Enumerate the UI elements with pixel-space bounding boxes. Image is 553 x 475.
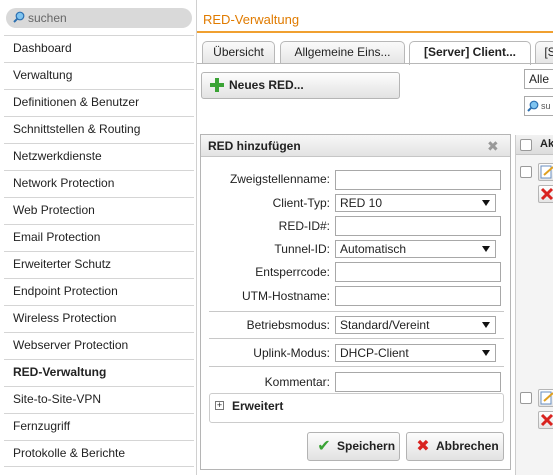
save-label: Speichern bbox=[337, 439, 396, 453]
red-id-field[interactable] bbox=[335, 216, 501, 236]
tab-more[interactable]: [S bbox=[535, 41, 553, 63]
client-type-value: RED 10 bbox=[340, 196, 383, 210]
tunnel-id-value: Automatisch bbox=[340, 242, 407, 256]
expand-icon: + bbox=[215, 400, 224, 410]
close-icon[interactable]: ✖ bbox=[487, 139, 499, 153]
sidebar-item-protokolle-berichte[interactable]: Protokolle & Berichte bbox=[4, 440, 194, 467]
utm-hostname-label: UTM-Hostname: bbox=[241, 289, 330, 303]
delete-icon bbox=[540, 187, 553, 201]
divider bbox=[209, 338, 504, 339]
sidebar-item-endpoint-protection[interactable]: Endpoint Protection bbox=[4, 278, 194, 305]
add-red-dialog: RED hinzufügen ✖ Zweigstellenname: Clien… bbox=[200, 134, 511, 470]
cancel-label: Abbrechen bbox=[436, 439, 499, 453]
utm-hostname-field[interactable] bbox=[335, 286, 501, 306]
edit-icon bbox=[540, 391, 553, 405]
sidebar-item-email-protection[interactable]: Email Protection bbox=[4, 224, 194, 251]
search-icon bbox=[13, 11, 25, 23]
sidebar-item-erweiterter-schutz[interactable]: Erweiterter Schutz bbox=[4, 251, 194, 278]
edit-button[interactable] bbox=[538, 389, 553, 407]
table-header: Ak bbox=[516, 135, 553, 155]
uplink-mode-value: DHCP-Client bbox=[340, 346, 409, 360]
save-button[interactable]: ✔ Speichern bbox=[307, 432, 400, 461]
edit-button[interactable] bbox=[538, 163, 553, 181]
sidebar: suchen Dashboard Verwaltung Definitionen &… bbox=[0, 0, 197, 475]
delete-icon bbox=[540, 413, 553, 427]
search-icon bbox=[527, 100, 539, 112]
tab-server-client[interactable]: [Server] Client... bbox=[409, 41, 531, 65]
tab-divider bbox=[197, 63, 553, 64]
list-search-input[interactable]: su bbox=[524, 96, 553, 116]
plus-icon bbox=[210, 78, 224, 92]
filter-select[interactable]: Alle bbox=[524, 69, 553, 89]
search-input[interactable]: suchen bbox=[6, 8, 192, 28]
chevron-down-icon bbox=[482, 350, 490, 356]
branch-name-label: Zweigstellenname: bbox=[229, 172, 330, 186]
tab-overview[interactable]: Übersicht bbox=[202, 41, 275, 63]
sidebar-item-definitionen-benutzer[interactable]: Definitionen & Benutzer bbox=[4, 89, 194, 116]
operation-mode-value: Standard/Vereint bbox=[340, 318, 430, 332]
sidebar-item-network-protection[interactable]: Network Protection bbox=[4, 170, 194, 197]
row-checkbox[interactable] bbox=[520, 166, 532, 178]
sidebar-item-site-to-site-vpn[interactable]: Site-to-Site-VPN bbox=[4, 386, 194, 413]
action-column-header: Ak bbox=[540, 138, 553, 150]
chevron-down-icon bbox=[482, 200, 490, 206]
advanced-label: Erweitert bbox=[232, 399, 284, 413]
page-title: RED-Verwaltung bbox=[203, 12, 300, 27]
new-red-button[interactable]: Neues RED... bbox=[201, 72, 400, 99]
sidebar-nav: Dashboard Verwaltung Definitionen & Benutz… bbox=[4, 35, 194, 467]
chevron-down-icon bbox=[482, 322, 490, 328]
uplink-mode-label: Uplink-Modus: bbox=[253, 346, 330, 360]
unlock-code-field[interactable] bbox=[335, 262, 501, 282]
sidebar-item-verwaltung[interactable]: Verwaltung bbox=[4, 62, 194, 89]
sidebar-item-web-protection[interactable]: Web Protection bbox=[4, 197, 194, 224]
delete-button[interactable] bbox=[538, 411, 553, 429]
sidebar-item-schnittstellen-routing[interactable]: Schnittstellen & Routing bbox=[4, 116, 194, 143]
close-icon: ✖ bbox=[416, 438, 430, 455]
new-red-label: Neues RED... bbox=[229, 78, 304, 92]
divider bbox=[209, 311, 504, 312]
list-search-placeholder: su bbox=[541, 101, 551, 111]
branch-name-field[interactable] bbox=[335, 170, 501, 190]
tunnel-id-label: Tunnel-ID: bbox=[274, 242, 330, 256]
client-type-select[interactable]: RED 10 bbox=[335, 194, 496, 212]
row-checkbox[interactable] bbox=[520, 392, 532, 404]
unlock-code-label: Entsperrcode: bbox=[255, 265, 330, 279]
search-placeholder: suchen bbox=[28, 11, 67, 25]
delete-button[interactable] bbox=[538, 185, 553, 203]
advanced-section-toggle[interactable]: + Erweitert bbox=[209, 393, 504, 423]
sidebar-item-wireless-protection[interactable]: Wireless Protection bbox=[4, 305, 194, 332]
chevron-down-icon bbox=[482, 246, 490, 252]
red-list-table: Ak bbox=[515, 135, 553, 475]
checkmark-icon: ✔ bbox=[317, 438, 331, 455]
edit-icon bbox=[540, 165, 553, 179]
cancel-button[interactable]: ✖ Abbrechen bbox=[406, 432, 504, 461]
operation-mode-label: Betriebsmodus: bbox=[246, 318, 330, 332]
sidebar-item-webserver-protection[interactable]: Webserver Protection bbox=[4, 332, 194, 359]
dialog-titlebar: RED hinzufügen ✖ bbox=[201, 135, 510, 157]
comment-label: Kommentar: bbox=[264, 375, 330, 389]
tab-general-settings[interactable]: Allgemeine Eins... bbox=[280, 41, 405, 63]
page-header: RED-Verwaltung bbox=[197, 0, 553, 33]
comment-field[interactable] bbox=[335, 372, 501, 392]
uplink-mode-select[interactable]: DHCP-Client bbox=[335, 344, 496, 362]
operation-mode-select[interactable]: Standard/Vereint bbox=[335, 316, 496, 334]
sidebar-item-netzwerkdienste[interactable]: Netzwerkdienste bbox=[4, 143, 194, 170]
sidebar-item-red-verwaltung[interactable]: RED-Verwaltung bbox=[4, 359, 194, 386]
sidebar-item-fernzugriff[interactable]: Fernzugriff bbox=[4, 413, 194, 440]
red-id-label: RED-ID#: bbox=[278, 219, 330, 233]
select-all-checkbox[interactable] bbox=[520, 139, 532, 151]
sidebar-item-dashboard[interactable]: Dashboard bbox=[4, 35, 194, 62]
client-type-label: Client-Typ: bbox=[272, 196, 330, 210]
tunnel-id-select[interactable]: Automatisch bbox=[335, 240, 496, 258]
dialog-title: RED hinzufügen bbox=[208, 139, 301, 153]
divider bbox=[209, 366, 504, 367]
tab-bar: Übersicht Allgemeine Eins... [Server] Cl… bbox=[197, 35, 553, 65]
